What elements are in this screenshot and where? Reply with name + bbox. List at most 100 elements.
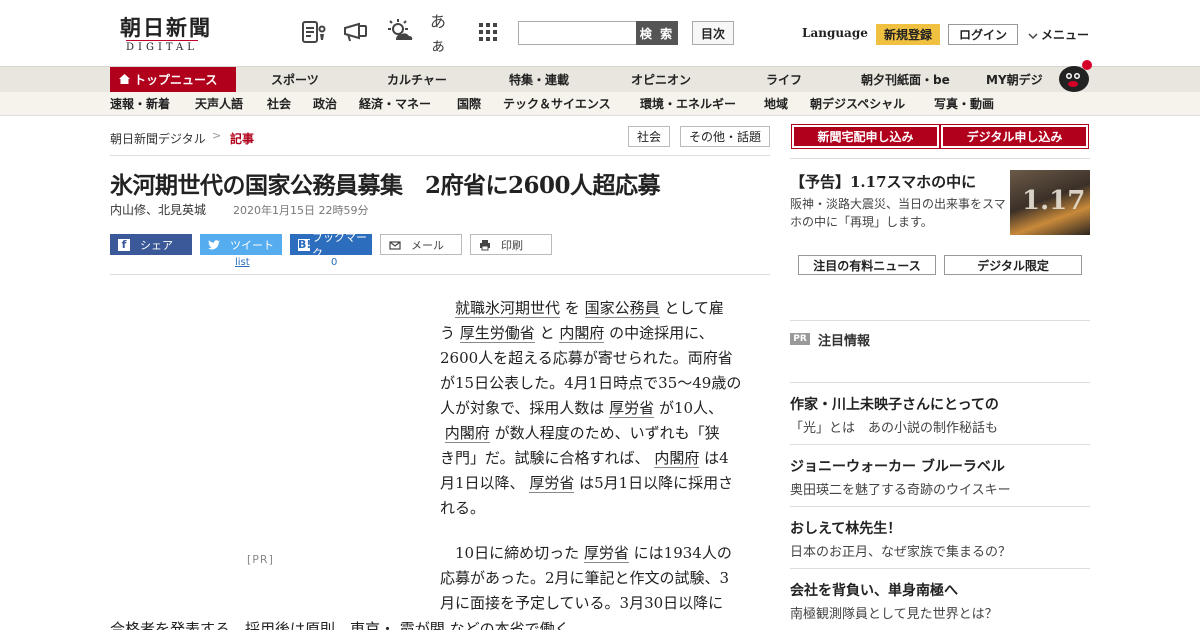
ad-item-subtitle[interactable]: 南極観測隊員として見た世界とは？ <box>790 603 998 622</box>
nav-newspaper-be[interactable]: 朝夕刊紙面・be <box>861 67 950 93</box>
term-link[interactable]: 内閣府 <box>444 424 490 443</box>
paper-subscribe-button[interactable]: 新聞宅配申し込み <box>791 124 940 149</box>
grid-apps-icon[interactable] <box>474 18 502 46</box>
digital-only-button[interactable]: デジタル限定 <box>944 255 1082 275</box>
twitter-share-button[interactable]: ツイート <box>200 234 282 255</box>
subnav-region[interactable]: 地域 <box>764 92 788 116</box>
subnav-photo-video[interactable]: 写真・動画 <box>934 92 994 116</box>
nav-sports[interactable]: スポーツ <box>271 67 319 93</box>
nav-culture[interactable]: カルチャー <box>387 67 447 93</box>
subnav-environment[interactable]: 環境・エネルギー <box>640 92 736 116</box>
ad-item-title[interactable]: ジョニーウォーカー ブルーラベル <box>790 456 1005 476</box>
term-link[interactable]: 国家公務員 <box>584 299 660 318</box>
site-header: 朝日新聞 DIGITAL あぁ 検 索 目次 Language 新規登録 ログイ… <box>0 0 1200 66</box>
text: 応募があった。2月に筆記と作文の試験、3 <box>440 569 730 587</box>
subnav-breaking[interactable]: 速報・新着 <box>110 92 170 116</box>
font-size-icon[interactable]: あぁ <box>430 12 458 55</box>
paper-news-icon[interactable] <box>300 18 328 46</box>
article-byline: 内山修、北見英城 <box>110 203 207 217</box>
logo-en: DIGITAL <box>126 40 198 53</box>
subnav-society[interactable]: 社会 <box>267 92 291 116</box>
tag-society[interactable]: 社会 <box>628 126 670 147</box>
divider <box>790 568 1090 569</box>
text: 月に面接を予定している。3月30日以降に <box>440 594 724 612</box>
logo-jp: 朝日新聞 <box>120 15 212 40</box>
asahi-logo[interactable]: 朝日新聞 DIGITAL <box>112 12 232 54</box>
subnav-special[interactable]: 朝デジスペシャル <box>810 92 905 116</box>
term-link[interactable]: 厚労省 <box>529 474 575 493</box>
ad-item-subtitle[interactable]: 日本のお正月、なぜ家族で集まるの？ <box>790 541 1011 560</box>
subnav-economy[interactable]: 経済・マネー <box>359 92 431 116</box>
subnav-tech-science[interactable]: テック＆サイエンス <box>503 92 611 116</box>
ad-item-subtitle[interactable]: 奥田瑛二を魅了する奇跡のウイスキー <box>790 479 1011 498</box>
divider <box>790 444 1090 445</box>
text: れる。 <box>440 499 486 517</box>
subnav-tenseijingo[interactable]: 天声人語 <box>195 92 243 116</box>
mail-icon <box>389 240 401 250</box>
pr-badge: PR <box>790 333 810 345</box>
text: と <box>534 324 560 342</box>
search-input[interactable] <box>518 21 638 45</box>
breadcrumb-home[interactable]: 朝日新聞デジタル <box>110 130 206 147</box>
main-nav: トップニュース スポーツ カルチャー 特集・連載 オピニオン ライフ 朝夕刊紙面… <box>0 60 1200 93</box>
ad-pr-label: [PR] <box>247 553 274 566</box>
term-link[interactable]: 厚生労働省 <box>459 324 535 343</box>
term-link[interactable]: 就職氷河期世代 <box>455 299 561 318</box>
text: が15日公表した。4月1日時点で35～49歳の <box>440 374 742 392</box>
nav-features[interactable]: 特集・連載 <box>509 67 569 93</box>
promo-image[interactable]: 1.17 <box>1010 170 1090 235</box>
nav-life[interactable]: ライフ <box>766 67 802 93</box>
language-link[interactable]: Language <box>802 26 868 40</box>
print-label: 印刷 <box>501 238 523 252</box>
search-button[interactable]: 検 索 <box>636 21 678 45</box>
term-link[interactable]: 厚労省 <box>583 544 629 563</box>
nav-opinion[interactable]: オピニオン <box>631 67 691 93</box>
breadcrumb-current: 記事 <box>230 132 255 146</box>
paid-news-button[interactable]: 注目の有料ニュース <box>798 255 936 275</box>
text: が数人程度のため、いずれも「狭 <box>489 424 720 442</box>
weather-icon[interactable] <box>386 18 414 46</box>
ad-item-title[interactable]: 会社を背負い、単身南極へ <box>790 580 958 600</box>
promo-title[interactable]: 【予告】1.17スマホの中に <box>790 171 976 192</box>
digital-subscribe-button[interactable]: デジタル申し込み <box>940 124 1089 149</box>
hatena-count[interactable]: 0 <box>331 257 337 268</box>
pr-heading: 注目情報 <box>818 334 871 349</box>
term-link[interactable]: 内閣府 <box>559 324 605 343</box>
menu-label: メニュー <box>1041 28 1090 42</box>
term-link[interactable]: 内閣府 <box>654 449 700 468</box>
text: が10人、 <box>654 399 724 417</box>
text: を <box>560 299 585 317</box>
divider <box>110 274 770 275</box>
mail-share-button[interactable]: メール <box>380 234 462 255</box>
ad-item-subtitle[interactable]: 「光」とは あの小説の制作秘話も <box>790 417 998 436</box>
text: 人が対象で、採用人数は <box>440 399 610 417</box>
term-link[interactable]: 厚労省 <box>609 399 655 418</box>
promo-image-text: 1.17 <box>1022 186 1086 216</box>
hatena-bookmark-button[interactable]: B! ブックマーク <box>290 231 372 260</box>
twitter-icon <box>208 239 220 250</box>
ad-item-title[interactable]: 作家・川上未映子さんにとっての <box>790 394 999 414</box>
twitter-list-link[interactable]: list <box>235 257 250 268</box>
text: 月1日以降、 <box>440 474 530 492</box>
hatena-icon: B! <box>298 237 312 251</box>
subnav-politics[interactable]: 政治 <box>313 92 337 116</box>
term-link[interactable]: 霞が関 <box>399 620 445 630</box>
login-button[interactable]: ログイン <box>948 24 1018 45</box>
print-icon <box>480 239 490 250</box>
facebook-share-button[interactable]: f シェア <box>110 234 192 255</box>
divider <box>110 155 770 156</box>
megaphone-icon[interactable] <box>342 18 370 46</box>
tag-other-topics[interactable]: その他・話題 <box>680 126 770 147</box>
mail-share-label: メール <box>411 238 444 252</box>
text: は4 <box>699 449 729 467</box>
subnav-international[interactable]: 国際 <box>457 92 481 116</box>
text: などの本省で働く <box>444 620 570 630</box>
register-button[interactable]: 新規登録 <box>876 24 940 45</box>
nav-top-news[interactable]: トップニュース <box>110 67 236 93</box>
print-button[interactable]: 印刷 <box>470 234 552 255</box>
divider <box>790 506 1090 507</box>
toc-button[interactable]: 目次 <box>692 21 734 45</box>
nav-my-asadigi[interactable]: MY朝デジ <box>986 67 1043 93</box>
menu-button[interactable]: メニュー <box>1028 26 1089 43</box>
ad-item-title[interactable]: おしえて林先生！ <box>790 518 901 538</box>
